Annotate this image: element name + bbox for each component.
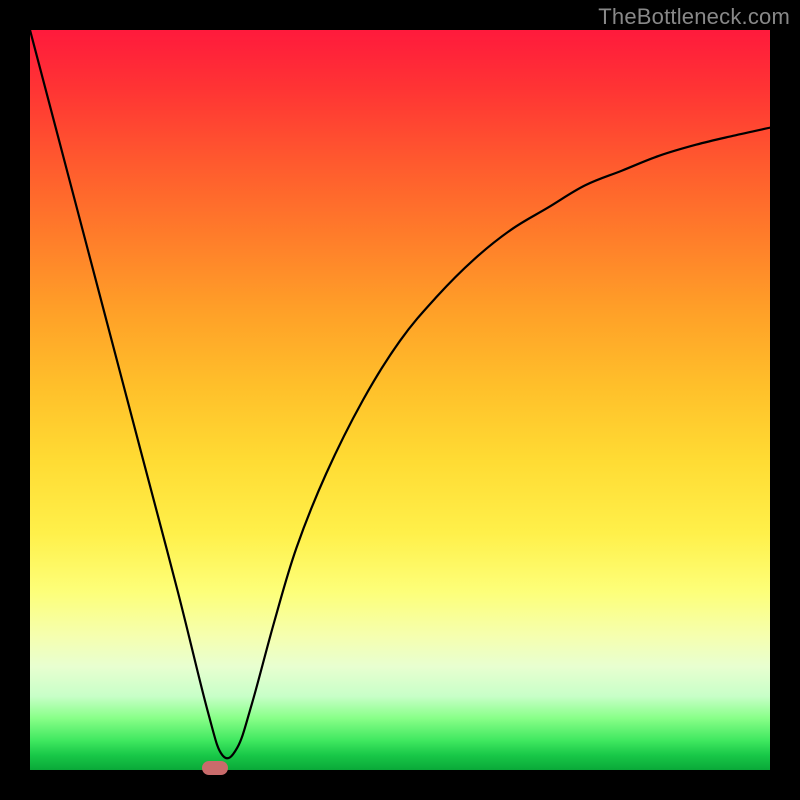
optimal-marker bbox=[202, 761, 228, 775]
plot-area bbox=[30, 30, 770, 770]
chart-frame: TheBottleneck.com bbox=[0, 0, 800, 800]
watermark-text: TheBottleneck.com bbox=[598, 4, 790, 30]
bottleneck-curve bbox=[30, 30, 770, 770]
